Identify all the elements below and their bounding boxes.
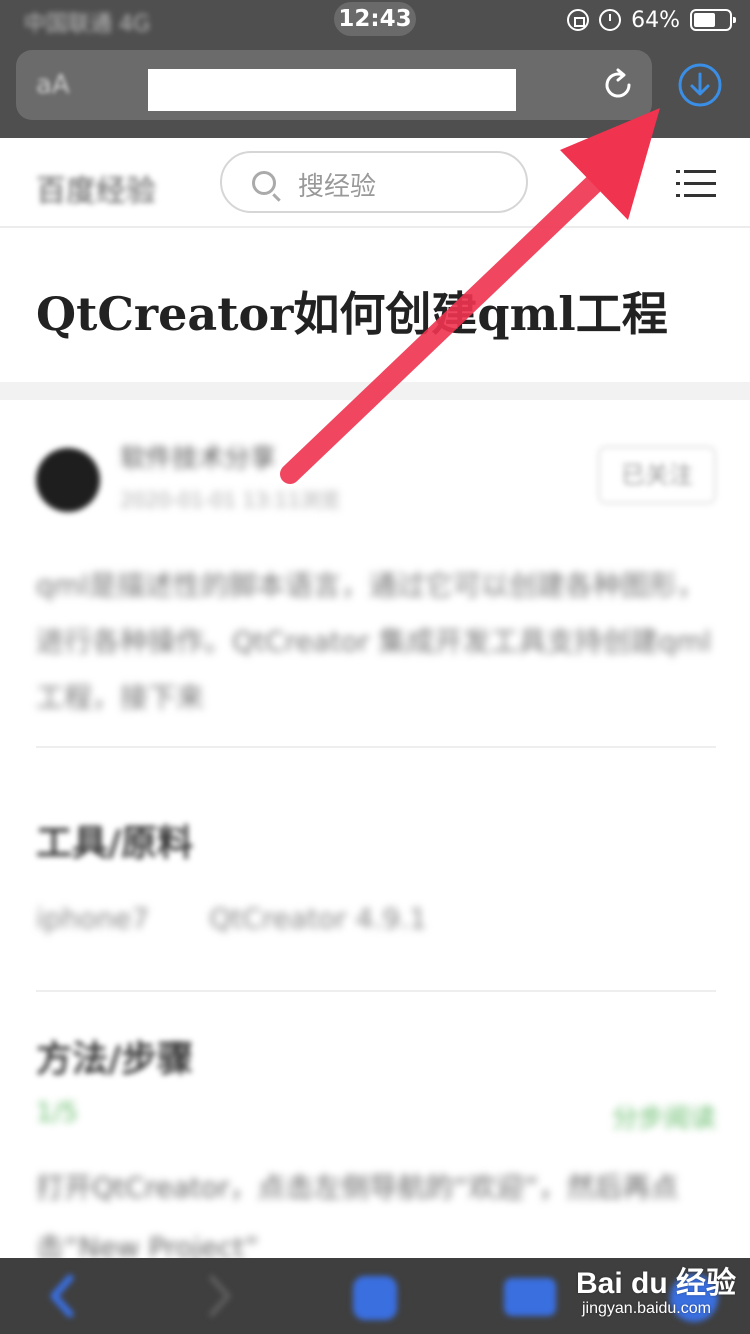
step-counter: 1/5 xyxy=(36,1098,78,1128)
divider xyxy=(36,746,716,748)
article-intro: qml是描述性的脚本语言，通过它可以创建各种图形，进行各种操作。QtCreato… xyxy=(36,569,712,714)
download-icon[interactable] xyxy=(677,62,723,108)
battery-tip xyxy=(733,17,736,23)
web-page: 百度经验 搜经验 QtCreator如何创建qml工程 软件技术分享 2020-… xyxy=(0,138,750,1264)
tools-list: iphone7 QtCreator 4.9.1 xyxy=(36,902,427,935)
status-bar: 中国联通 4G 12:43 64% xyxy=(0,0,750,40)
carrier-label: 中国联通 4G xyxy=(24,12,151,37)
watermark-url: jingyan.baidu.com xyxy=(582,1300,711,1317)
publish-date: 2020-01-01 13:11浏览 xyxy=(120,488,341,512)
author-name[interactable]: 软件技术分享 xyxy=(120,438,276,475)
reader-options-button[interactable]: aA xyxy=(36,70,70,100)
bookmarks-icon[interactable] xyxy=(500,1268,560,1324)
tool-item: QtCreator 4.9.1 xyxy=(209,902,427,935)
status-indicators: 64% xyxy=(567,4,736,36)
browser-url-bar: aA xyxy=(0,40,750,138)
battery-percentage: 64% xyxy=(631,7,680,33)
site-header: 百度经验 搜经验 xyxy=(0,138,750,228)
reload-icon[interactable] xyxy=(598,65,638,105)
site-logo[interactable]: 百度经验 xyxy=(36,166,156,210)
menu-dot-3 xyxy=(676,194,680,197)
follow-button[interactable]: 已关注 xyxy=(598,446,716,504)
share-icon[interactable] xyxy=(345,1268,405,1324)
menu-line-1 xyxy=(684,170,716,173)
forward-icon[interactable] xyxy=(188,1268,248,1324)
tools-heading: 工具/原料 xyxy=(36,823,194,864)
section-separator xyxy=(0,382,750,400)
baidu-jingyan-watermark: Bai du 经验 jingyan.baidu.com xyxy=(576,1254,746,1330)
menu-dot-2 xyxy=(676,182,680,185)
url-redaction xyxy=(148,69,516,111)
address-field[interactable]: aA xyxy=(16,50,652,120)
menu-line-3 xyxy=(684,194,716,197)
search-icon xyxy=(252,171,276,195)
search-input[interactable]: 搜经验 xyxy=(220,151,528,213)
orientation-lock-icon xyxy=(567,9,590,31)
article-title: QtCreator如何创建qml工程 xyxy=(36,287,668,341)
alarm-icon xyxy=(599,9,622,31)
menu-icon[interactable] xyxy=(676,166,716,200)
author-avatar[interactable] xyxy=(36,448,100,512)
watermark-brand: Bai du 经验 xyxy=(576,1267,737,1300)
menu-dot-1 xyxy=(676,170,680,173)
divider xyxy=(36,990,716,992)
step-reading-toggle[interactable]: 分步阅读 xyxy=(612,1098,716,1135)
search-placeholder: 搜经验 xyxy=(298,172,377,202)
back-icon[interactable] xyxy=(34,1268,94,1324)
menu-line-2 xyxy=(684,182,716,185)
battery-fill xyxy=(694,13,716,27)
status-time: 12:43 xyxy=(334,2,416,36)
battery-icon xyxy=(690,9,736,31)
steps-heading: 方法/步骤 xyxy=(36,1039,194,1080)
tool-item: iphone7 xyxy=(36,902,150,935)
